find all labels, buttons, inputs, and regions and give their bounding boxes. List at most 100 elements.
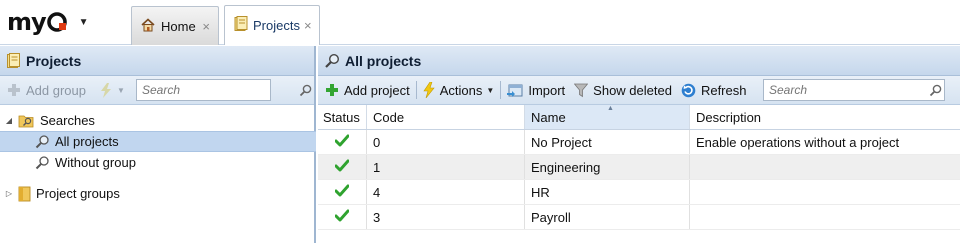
add-project-button[interactable]: Add project [322, 79, 413, 101]
check-icon [334, 184, 350, 200]
refresh-label: Refresh [700, 82, 747, 98]
toolbar-divider [500, 81, 502, 99]
tree-label: All projects [55, 134, 119, 149]
sort-ascending-icon: ▲ [607, 105, 614, 112]
collapsed-arrow-icon[interactable]: ▷ [4, 189, 14, 198]
refresh-icon [681, 83, 696, 98]
import-icon [507, 83, 523, 98]
close-icon[interactable]: × [304, 18, 312, 33]
name-cell: Payroll [525, 205, 690, 229]
description-cell [690, 180, 960, 204]
tree-label: Without group [55, 155, 136, 170]
chevron-down-icon: ▼ [78, 16, 89, 28]
name-cell: HR [525, 180, 690, 204]
table-row[interactable]: 1 Engineering [318, 155, 960, 180]
actions-button[interactable]: Actions ▼ [420, 79, 498, 101]
projects-icon [6, 52, 21, 69]
check-icon [334, 209, 350, 225]
search-icon [35, 134, 50, 149]
chevron-down-icon: ▼ [117, 85, 125, 95]
search-input[interactable] [137, 80, 299, 100]
toolbar-divider [415, 81, 417, 99]
close-icon[interactable]: × [202, 19, 210, 34]
projects-icon [233, 16, 248, 35]
actions-label: Actions [439, 82, 483, 98]
panel-header: All projects [318, 46, 960, 76]
home-icon [140, 17, 156, 36]
add-group-button[interactable]: Add group [4, 79, 89, 101]
add-project-label: Add project [344, 82, 410, 98]
column-label: Name [531, 109, 566, 125]
search-icon [35, 155, 50, 170]
status-cell [318, 180, 367, 204]
search-icon[interactable] [299, 84, 312, 97]
searches-folder-icon [18, 113, 35, 128]
column-header-status[interactable]: Status [318, 105, 367, 129]
myq-logo-menu[interactable]: my ▼ [7, 8, 89, 36]
code-cell: 4 [367, 180, 525, 204]
status-cell [318, 205, 367, 229]
projects-grid: Status Code ▲ Name Description 0 No Proj… [318, 105, 960, 230]
tree-label: Searches [40, 113, 95, 128]
chevron-down-icon: ▼ [486, 85, 495, 95]
logo-q-mark [46, 11, 69, 33]
tab-label: Home [161, 18, 196, 34]
projects-search [763, 79, 945, 101]
left-toolbar: Add group ▼ [0, 76, 314, 105]
search-icon[interactable] [926, 84, 944, 97]
tree-item-all-projects[interactable]: All projects [0, 131, 316, 152]
column-label: Description [696, 109, 762, 125]
import-button[interactable]: Import [504, 79, 568, 101]
panel-header: Projects [0, 46, 314, 76]
table-row[interactable]: 0 No Project Enable operations without a… [318, 130, 960, 155]
search-input[interactable] [764, 80, 926, 100]
check-icon [334, 134, 350, 150]
column-header-name[interactable]: ▲ Name [525, 105, 690, 129]
tab-label: Projects [253, 18, 300, 33]
projects-panel: Projects Add group ▼ ◢ [0, 46, 316, 243]
tab-projects[interactable]: Projects × [224, 5, 320, 45]
column-label: Status [323, 109, 360, 125]
panel-title: Projects [26, 52, 82, 69]
all-projects-panel: All projects Add project Actions ▼ Impor… [318, 46, 960, 243]
group-actions-button[interactable]: ▼ [97, 79, 128, 101]
add-group-label: Add group [26, 82, 86, 98]
grid-header: Status Code ▲ Name Description [318, 105, 960, 130]
table-row[interactable]: 3 Payroll [318, 205, 960, 230]
logo-text: my [7, 8, 47, 36]
column-header-code[interactable]: Code [367, 105, 525, 129]
tree-item-without-group[interactable]: Without group [0, 152, 316, 173]
column-label: Code [373, 109, 405, 125]
code-cell: 0 [367, 130, 525, 154]
projects-toolbar: Add project Actions ▼ Import Show delete… [318, 76, 960, 105]
show-deleted-label: Show deleted [593, 82, 672, 98]
name-cell: Engineering [525, 155, 690, 179]
check-icon [334, 159, 350, 175]
name-cell: No Project [525, 130, 690, 154]
folder-icon [18, 186, 31, 202]
plus-icon [7, 83, 21, 97]
expanded-arrow-icon[interactable]: ◢ [4, 116, 14, 125]
column-header-description[interactable]: Description [690, 105, 960, 129]
code-cell: 3 [367, 205, 525, 229]
description-cell: Enable operations without a project [696, 134, 900, 150]
description-cell [690, 155, 960, 179]
search-icon [324, 53, 340, 69]
top-bar: my ▼ Home × Projects × [0, 0, 960, 45]
lightning-icon [100, 82, 112, 98]
show-deleted-button[interactable]: Show deleted [571, 79, 675, 101]
tree-item-searches[interactable]: ◢ Searches [0, 110, 316, 131]
tree-item-project-groups[interactable]: ▷ Project groups [0, 183, 316, 204]
lightning-icon [423, 82, 435, 98]
status-cell [318, 155, 367, 179]
left-search [136, 79, 312, 101]
description-cell [690, 205, 960, 229]
tab-home[interactable]: Home × [131, 6, 219, 45]
import-label: Import [528, 82, 566, 98]
panel-title: All projects [345, 52, 422, 69]
plus-icon [325, 83, 339, 97]
status-cell [318, 130, 367, 154]
table-row[interactable]: 4 HR [318, 180, 960, 205]
code-cell: 1 [367, 155, 525, 179]
refresh-button[interactable]: Refresh [678, 79, 750, 101]
